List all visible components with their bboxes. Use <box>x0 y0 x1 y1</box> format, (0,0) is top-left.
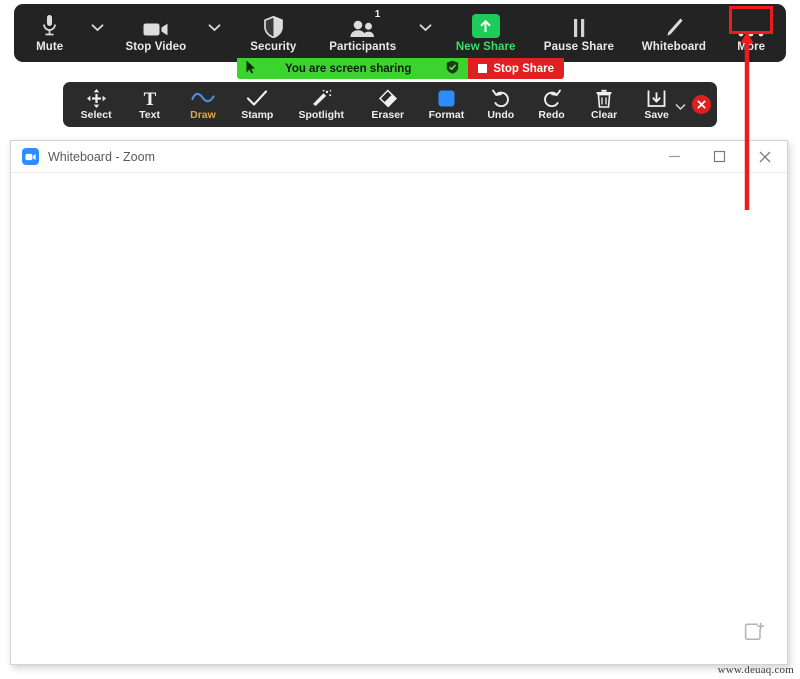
annotation-label-undo: Undo <box>487 109 515 121</box>
toolbar-caret-audio-options[interactable] <box>81 4 113 62</box>
participants-count-badge: 1 <box>374 9 381 20</box>
new-page-plus-icon[interactable] <box>744 622 765 648</box>
stop-square-icon <box>478 64 488 73</box>
undo-arrow-icon <box>491 88 511 108</box>
whiteboard-window: Whiteboard - Zoom <box>10 140 788 665</box>
squiggle-draw-icon <box>191 88 215 108</box>
trash-can-icon <box>595 88 613 108</box>
pencil-icon <box>664 13 684 38</box>
minimize-icon <box>669 155 680 158</box>
participants-icon <box>349 13 377 38</box>
zoom-camera-icon <box>22 148 39 165</box>
annotation-label-text: Text <box>139 109 160 121</box>
annotation-tool-redo[interactable]: Redo <box>526 88 577 121</box>
close-icon <box>759 151 770 162</box>
annotation-label-save: Save <box>644 109 669 121</box>
close-icon <box>697 100 706 109</box>
window-close-button[interactable] <box>742 141 787 172</box>
spotlight-wand-icon <box>310 88 332 108</box>
share-screen-up-arrow-icon <box>471 13 500 38</box>
microphone-icon <box>42 13 57 38</box>
toolbar-button-stop-video[interactable]: Stop Video <box>113 4 199 62</box>
stop-share-label: Stop Share <box>493 62 555 75</box>
text-t-icon: T <box>141 88 159 108</box>
maximize-icon <box>713 150 726 163</box>
annotation-label-redo: Redo <box>538 109 565 121</box>
toolbar-label-participants: Participants <box>329 41 397 53</box>
toolbar-label-security: Security <box>250 41 297 53</box>
save-download-icon <box>647 88 666 108</box>
annotation-tool-draw[interactable]: Draw <box>176 88 230 121</box>
site-watermark: www.deuaq.com <box>717 664 794 676</box>
toolbar-label-more: More <box>737 41 766 53</box>
screen-sharing-text: You are screen sharing <box>285 62 412 75</box>
window-minimize-button[interactable] <box>652 141 697 172</box>
annotation-label-clear: Clear <box>590 109 618 121</box>
annotation-tool-format[interactable]: Format <box>418 88 476 121</box>
annotation-tool-stamp[interactable]: Stamp <box>230 88 284 121</box>
toolbar-label-stop-video: Stop Video <box>125 41 187 53</box>
screen-sharing-status-strip: You are screen sharing Stop Share <box>237 58 565 79</box>
pause-icon <box>571 13 587 38</box>
annotation-tool-save[interactable]: Save <box>631 88 686 121</box>
annotation-label-draw: Draw <box>190 109 216 121</box>
toolbar-label-pause-share: Pause Share <box>543 41 614 53</box>
whiteboard-titlebar[interactable]: Whiteboard - Zoom <box>11 141 787 173</box>
chevron-down-icon <box>208 23 221 31</box>
annotation-label-select: Select <box>80 109 112 121</box>
toolbar-button-pause-share[interactable]: Pause Share <box>530 4 627 62</box>
chevron-down-icon <box>91 23 104 31</box>
annotation-toolbar: Select T Text Draw Stamp Spotlight Erase… <box>63 82 717 127</box>
toolbar-label-mute: Mute <box>36 41 64 53</box>
svg-text:T: T <box>143 89 156 108</box>
annotation-tool-spotlight[interactable]: Spotlight <box>284 88 358 121</box>
annotation-tool-eraser[interactable]: Eraser <box>358 88 418 121</box>
toolbar-caret-participants-options[interactable] <box>409 4 441 62</box>
color-swatch-icon <box>437 88 456 108</box>
annotation-tool-clear[interactable]: Clear <box>577 88 631 121</box>
move-arrows-icon <box>86 88 106 108</box>
toolbar-button-participants[interactable]: 1 Participants <box>316 4 409 62</box>
toolbar-button-mute[interactable]: Mute <box>18 4 81 62</box>
whiteboard-canvas[interactable] <box>11 173 787 664</box>
annotation-label-stamp: Stamp <box>241 109 274 121</box>
annotation-close-button[interactable] <box>692 95 712 114</box>
chevron-down-icon <box>419 23 432 31</box>
whiteboard-window-title: Whiteboard - Zoom <box>48 149 155 164</box>
sharing-cursor-icon <box>245 60 256 77</box>
annotation-label-spotlight: Spotlight <box>298 109 344 121</box>
annotation-tool-select[interactable]: Select <box>69 88 123 121</box>
toolbar-caret-video-options[interactable] <box>199 4 231 62</box>
ellipsis-icon <box>736 13 766 38</box>
save-options-chevron-icon[interactable] <box>675 98 686 116</box>
toolbar-button-new-share[interactable]: New Share <box>441 4 530 62</box>
window-maximize-button[interactable] <box>697 141 742 172</box>
shield-icon <box>263 13 283 38</box>
screen-sharing-status: You are screen sharing <box>237 58 469 79</box>
checkmark-stamp-icon <box>246 88 268 108</box>
toolbar-button-whiteboard[interactable]: Whiteboard <box>627 4 720 62</box>
toolbar-label-whiteboard: Whiteboard <box>641 41 707 53</box>
sharing-shield-icon <box>446 60 459 77</box>
zoom-meeting-toolbar: Mute Stop Video Security 1 Participants … <box>14 4 786 62</box>
annotation-tool-text[interactable]: T Text <box>123 88 176 122</box>
toolbar-button-security[interactable]: Security <box>230 4 316 62</box>
stop-share-button[interactable]: Stop Share <box>468 58 565 79</box>
toolbar-button-more[interactable]: More <box>720 4 782 62</box>
annotation-label-format: Format <box>428 109 465 121</box>
redo-arrow-icon <box>542 88 562 108</box>
eraser-icon <box>378 88 398 108</box>
annotation-label-eraser: Eraser <box>371 109 405 121</box>
annotation-tool-undo[interactable]: Undo <box>475 88 526 121</box>
toolbar-label-new-share: New Share <box>455 41 516 53</box>
video-camera-icon <box>143 13 169 38</box>
